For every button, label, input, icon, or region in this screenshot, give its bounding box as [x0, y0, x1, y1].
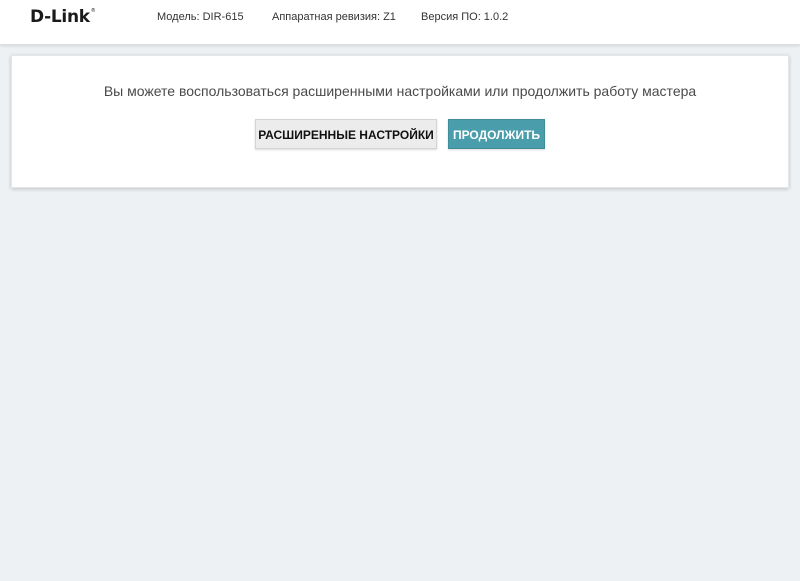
logo-text: D-Link — [30, 7, 90, 27]
page-content-area — [0, 238, 800, 581]
model-info: Модель: DIR-615 — [157, 11, 244, 23]
wizard-choice-panel: Вы можете воспользоваться расширенными н… — [11, 55, 789, 188]
dlink-logo: D-Link® — [30, 7, 96, 27]
hardware-revision-info: Аппаратная ревизия: Z1 — [272, 11, 396, 23]
wizard-message: Вы можете воспользоваться расширенными н… — [103, 83, 697, 99]
top-header: D-Link® Модель: DIR-615 Аппаратная ревиз… — [0, 0, 800, 45]
continue-button[interactable]: ПРОДОЛЖИТЬ — [448, 119, 545, 149]
advanced-settings-button[interactable]: РАСШИРЕННЫЕ НАСТРОЙКИ — [255, 119, 437, 149]
registered-mark: ® — [90, 8, 96, 14]
firmware-version-info: Версия ПО: 1.0.2 — [421, 11, 509, 23]
